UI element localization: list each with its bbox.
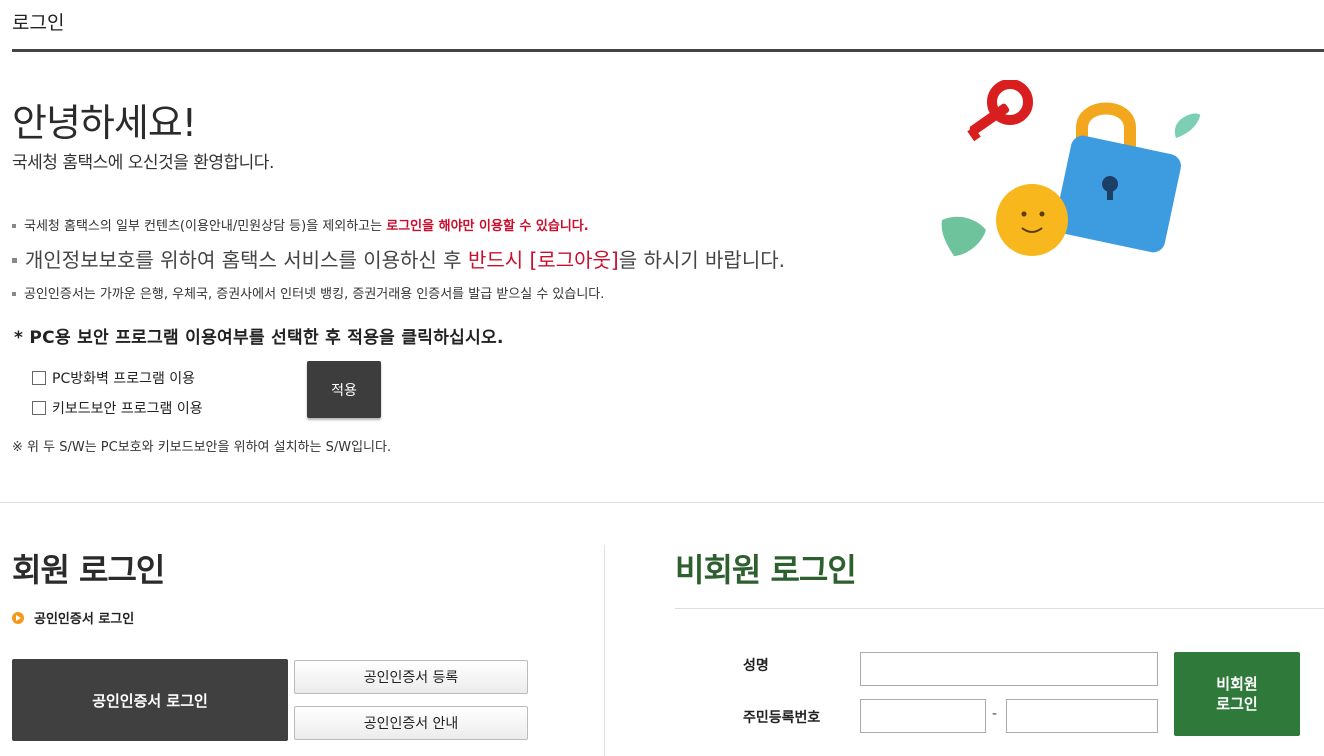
guest-login-heading: 비회원 로그인 — [675, 551, 857, 589]
cert-login-section-label: 공인인증서 로그인 — [12, 608, 134, 627]
cert-login-button[interactable]: 공인인증서 로그인 — [12, 659, 288, 741]
notice-text: 공인인증서는 가까운 은행, 우체국, 증권사에서 인터넷 뱅킹, 증권거래용 … — [24, 287, 605, 302]
rrn-back-input[interactable] — [1006, 699, 1158, 733]
cert-info-button[interactable]: 공인인증서 안내 — [294, 706, 528, 740]
keyboard-security-option[interactable]: 키보드보안 프로그램 이용 — [32, 398, 203, 418]
key-icon — [967, 80, 1033, 142]
lock-key-illustration — [941, 80, 1201, 256]
guest-heading-divider — [675, 608, 1324, 609]
leaf-icon — [941, 216, 986, 256]
notice-login-required: 국세청 홈택스의 일부 컨텐츠(이용안내/민원상담 등)을 제외하고는 로그인을… — [12, 215, 589, 234]
arrow-circle-icon — [12, 611, 24, 624]
page-title: 로그인 — [12, 12, 65, 34]
notice-emphasis: 로그인을 해야만 이용할 수 있습니다. — [386, 219, 589, 234]
notice-emphasis: 반드시 [로그아웃] — [467, 248, 619, 272]
notice-text: 개인정보보호를 위하여 홈택스 서비스를 이용하신 후 — [25, 248, 468, 272]
notice-certificate: 공인인증서는 가까운 은행, 우체국, 증권사에서 인터넷 뱅킹, 증권거래용 … — [12, 283, 604, 302]
leaf-icon — [1174, 113, 1201, 138]
bullet-icon — [12, 223, 16, 228]
rrn-front-input[interactable] — [860, 699, 986, 733]
security-instruction: * PC용 보안 프로그램 이용여부를 선택한 후 적용을 클릭하십시오. — [14, 328, 504, 348]
smiley-icon — [996, 184, 1068, 256]
bullet-icon — [12, 258, 17, 263]
notice-text: 국세청 홈택스의 일부 컨텐츠(이용안내/민원상담 등)을 제외하고는 — [24, 219, 387, 234]
section-divider — [0, 502, 1324, 503]
guest-login-button[interactable]: 비회원 로그인 — [1174, 652, 1300, 736]
security-software-note: ※ 위 두 S/W는 PC보호와 키보드보안을 위하여 설치하는 S/W입니다. — [12, 440, 392, 455]
cert-section-label-text: 공인인증서 로그인 — [34, 612, 135, 627]
lock-icon — [1055, 135, 1181, 253]
firewall-option-label: PC방화벽 프로그램 이용 — [52, 371, 196, 387]
welcome-subheading: 국세청 홈택스에 오신것을 환영합니다. — [12, 153, 274, 173]
notice-text: 을 하시기 바랍니다. — [618, 248, 785, 272]
member-login-heading: 회원 로그인 — [12, 551, 165, 589]
apply-button[interactable]: 적용 — [307, 361, 381, 418]
welcome-heading: 안녕하세요! — [12, 101, 197, 145]
firewall-option[interactable]: PC방화벽 프로그램 이용 — [32, 368, 195, 388]
keyboard-security-checkbox[interactable] — [32, 401, 46, 415]
firewall-checkbox[interactable] — [32, 371, 46, 385]
notice-logout: 개인정보보호를 위하여 홈택스 서비스를 이용하신 후 반드시 [로그아웃]을 … — [12, 244, 785, 273]
rrn-label: 주민등록번호 — [743, 710, 821, 726]
cert-register-button[interactable]: 공인인증서 등록 — [294, 660, 528, 694]
keyboard-security-option-label: 키보드보안 프로그램 이용 — [52, 401, 203, 417]
title-divider — [12, 49, 1324, 52]
login-column-divider — [604, 545, 605, 756]
name-input[interactable] — [860, 652, 1158, 686]
rrn-separator: - — [992, 706, 998, 722]
name-label: 성명 — [743, 658, 769, 674]
bullet-icon — [12, 291, 16, 296]
